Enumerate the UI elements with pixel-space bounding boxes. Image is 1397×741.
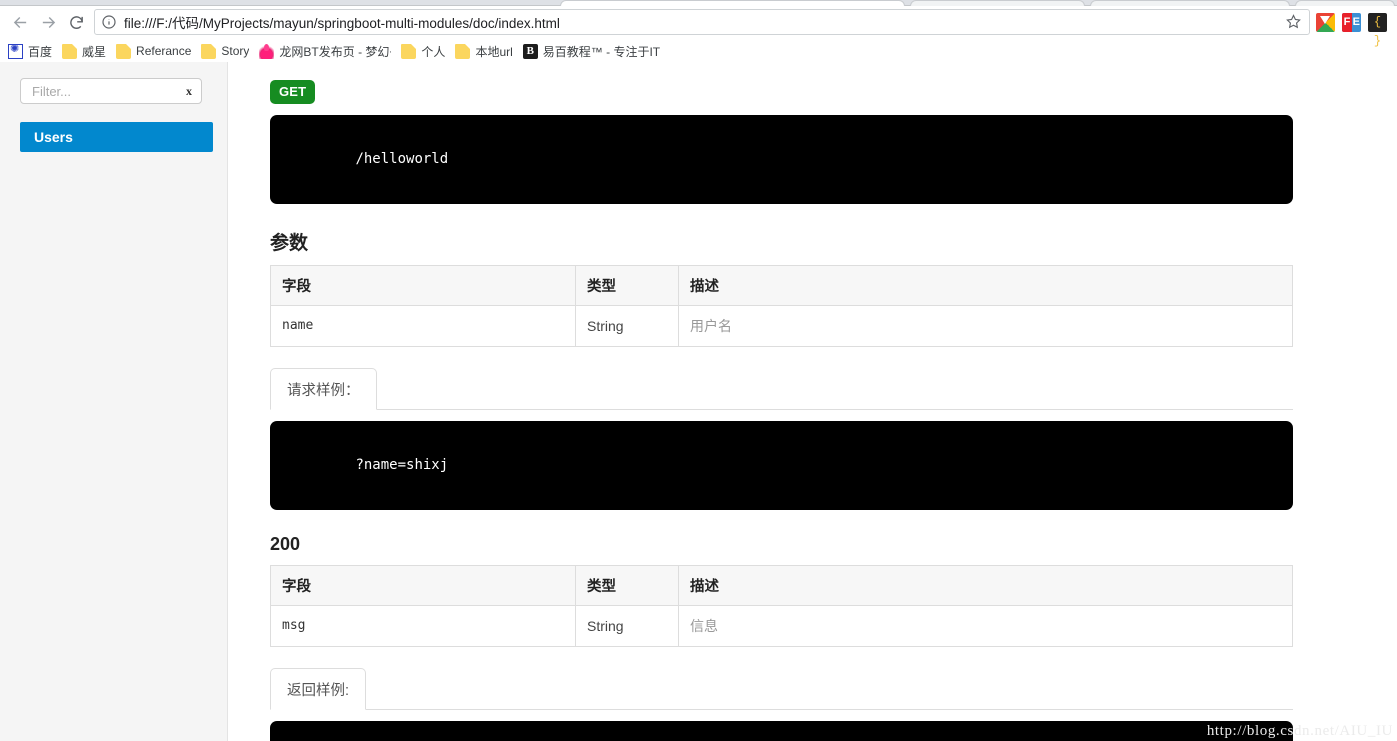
clear-filter-icon[interactable]: x — [182, 84, 192, 99]
chrome-download-extension-icon[interactable] — [1316, 12, 1335, 32]
bookmark-label: Referance — [136, 44, 192, 58]
tab-strip — [0, 0, 1397, 6]
search-input[interactable] — [30, 82, 182, 100]
bookmark-item[interactable]: Referance — [112, 42, 197, 61]
star-icon[interactable] — [1285, 13, 1303, 31]
response-type: String — [575, 605, 679, 647]
folder-icon — [455, 43, 471, 59]
bookmark-item[interactable]: 个人 — [397, 41, 451, 62]
response-status-title: 200 — [270, 533, 301, 554]
bookmark-item[interactable]: 龙网BT发布页 - 梦幻子 — [255, 41, 397, 62]
tab-response-example[interactable]: 返回样例: — [270, 667, 367, 710]
folder-icon — [116, 43, 132, 59]
watermark-text: http://blog.csdn.net/AIU_IU — [1206, 723, 1393, 739]
table-row: msg String 信息 — [270, 605, 1293, 647]
bookmark-label: 易百教程™ - 专注于IT — [542, 44, 661, 59]
column-header-desc: 描述 — [678, 265, 1293, 306]
response-desc: 信息 — [678, 605, 1293, 647]
response-table: 字段 类型 描述 msg String 信息 — [270, 564, 1293, 647]
bookmark-label: 龙网BT发布页 - 梦幻子 — [279, 44, 392, 59]
browser-tab[interactable] — [1090, 0, 1290, 6]
sidebar-nav: Users — [20, 122, 213, 152]
params-section-title: 参数 — [270, 232, 309, 254]
flame-favicon — [259, 43, 275, 59]
baidu-favicon — [8, 42, 23, 59]
endpoint-path: /helloworld — [355, 151, 449, 168]
page-body: x Users GET /helloworld 参数 字段 类型 描述 — [0, 62, 1397, 741]
forward-icon[interactable] — [34, 8, 62, 36]
browser-tab[interactable] — [910, 0, 1085, 6]
sidebar-item-label: Users — [34, 129, 73, 145]
column-header-type: 类型 — [575, 265, 679, 306]
column-header-desc: 描述 — [678, 565, 1293, 606]
response-example-code-block: { "name": "shixj", "age": "25" } — [270, 720, 1293, 741]
bookmark-label: 本地url — [475, 44, 513, 59]
browser-tab[interactable] — [560, 0, 905, 6]
bookmark-item[interactable]: 本地url — [451, 41, 518, 62]
url-text: file:///F:/代码/MyProjects/mayun/springboo… — [124, 16, 560, 31]
bookmark-item[interactable]: 百度 — [4, 41, 58, 62]
main-content: GET /helloworld 参数 字段 类型 描述 name String — [228, 62, 1397, 741]
column-header-type: 类型 — [575, 565, 679, 606]
response-tabs: 返回样例: — [270, 667, 1293, 710]
filter-box[interactable]: x — [20, 78, 202, 104]
folder-icon — [62, 43, 78, 59]
extension-icons: { } — [1316, 12, 1391, 48]
folder-icon — [201, 43, 217, 59]
bookmark-label: 个人 — [421, 44, 446, 59]
b-favicon: B — [522, 43, 538, 59]
request-tabs: 请求样例： — [270, 367, 1293, 410]
param-type: String — [575, 305, 679, 347]
address-bar[interactable]: file:///F:/代码/MyProjects/mayun/springboo… — [94, 9, 1310, 35]
column-header-field: 字段 — [270, 265, 576, 306]
bookmark-item[interactable]: B 易百教程™ - 专注于IT — [519, 41, 666, 62]
param-field: name — [270, 305, 576, 347]
bookmark-item[interactable]: Story — [197, 42, 255, 61]
param-desc: 用户名 — [678, 305, 1293, 347]
fe-extension-icon[interactable] — [1342, 12, 1361, 32]
bookmarks-bar: 百度 威星 Referance Story 龙网BT发布页 - 梦幻子 个人 本… — [0, 39, 1397, 64]
params-table: 字段 类型 描述 name String 用户名 — [270, 264, 1293, 347]
tab-request-example[interactable]: 请求样例： — [270, 367, 377, 410]
request-example-text: ?name=shixj — [355, 457, 449, 474]
browser-window: file:///F:/代码/MyProjects/mayun/springboo… — [0, 0, 1397, 741]
sidebar: x Users — [0, 62, 228, 741]
json-viewer-extension-icon[interactable]: { } — [1368, 12, 1387, 48]
bookmark-label: 威星 — [82, 44, 107, 59]
bookmark-item[interactable]: 威星 — [58, 41, 112, 62]
bookmark-label: Story — [221, 44, 250, 58]
request-example-code-block: ?name=shixj — [270, 420, 1293, 510]
sidebar-item-users[interactable]: Users — [20, 122, 213, 152]
bookmark-label: 百度 — [28, 44, 53, 59]
http-method-badge: GET — [270, 80, 316, 104]
table-header-row: 字段 类型 描述 — [270, 565, 1293, 606]
info-circle-icon[interactable] — [101, 14, 118, 31]
folder-icon — [401, 43, 417, 59]
browser-toolbar: file:///F:/代码/MyProjects/mayun/springboo… — [0, 6, 1397, 48]
back-icon[interactable] — [6, 8, 34, 36]
table-header-row: 字段 类型 描述 — [270, 265, 1293, 306]
reload-icon[interactable] — [62, 8, 90, 36]
table-row: name String 用户名 — [270, 305, 1293, 347]
endpoint-code-block: /helloworld — [270, 115, 1293, 204]
response-field: msg — [270, 605, 576, 647]
browser-tab[interactable] — [1295, 0, 1395, 6]
column-header-field: 字段 — [270, 565, 576, 606]
